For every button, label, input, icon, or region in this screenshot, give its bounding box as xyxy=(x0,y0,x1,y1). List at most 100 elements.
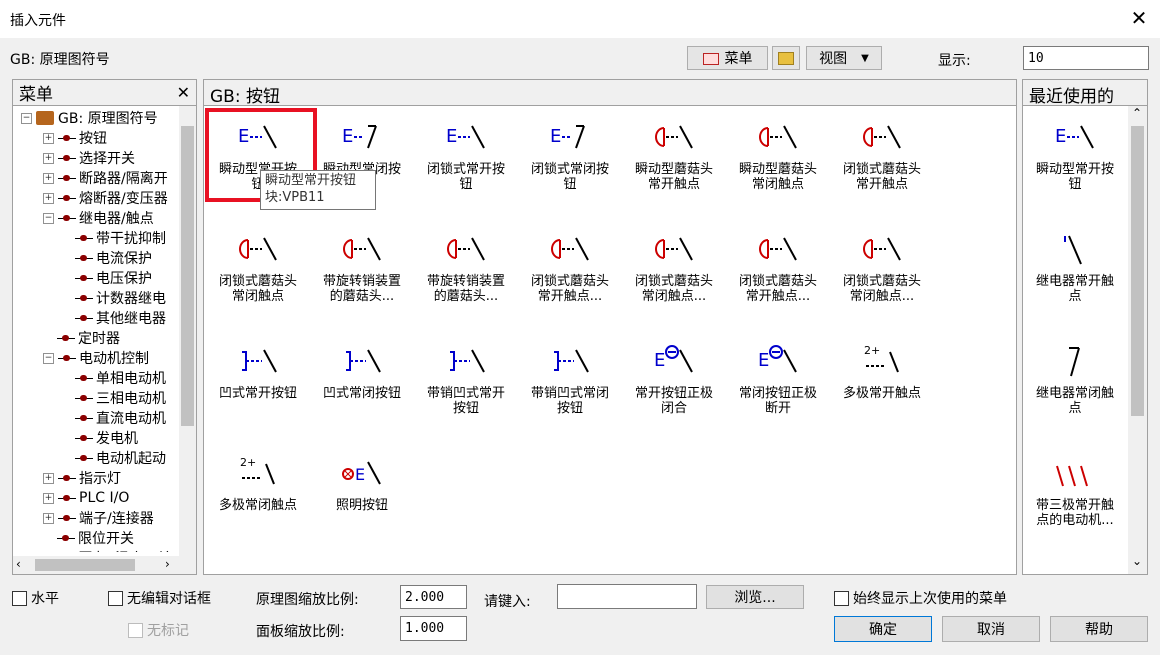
tree-item[interactable]: 压力/.温度开关 xyxy=(43,548,171,552)
symbol-tile[interactable]: 瞬动型蘑菇头 常闭触点 xyxy=(728,108,828,213)
symbol-tile[interactable]: 闭锁式蘑菇头 常开触点... xyxy=(728,220,828,325)
collapse-icon[interactable]: − xyxy=(43,352,54,364)
menu-button-label: 菜单 xyxy=(724,51,753,67)
symbol-tile[interactable]: 2+ 多极常闭触点 xyxy=(208,444,308,549)
tree-item[interactable]: 限位开关 xyxy=(43,528,134,548)
no-tag-checkbox[interactable]: 无标记 xyxy=(128,620,189,640)
browse-button[interactable]: 浏览... xyxy=(706,585,804,609)
tree-item-label: 指示灯 xyxy=(79,471,121,487)
tree-item[interactable]: 电流保护 xyxy=(65,248,152,268)
symbol-label: 瞬动型蘑菇头 常开触点 xyxy=(624,162,724,192)
symbol-tile[interactable]: 闭锁式蘑菇头 常开触点 xyxy=(832,108,932,213)
menu-button[interactable]: 菜单 xyxy=(687,46,768,70)
help-button[interactable]: 帮助 xyxy=(1050,616,1148,642)
tree-item[interactable]: + 熔断器/变压器 xyxy=(43,188,168,208)
tree-item[interactable]: + 指示灯 xyxy=(43,468,121,488)
symbol-tile[interactable]: 凹式常开按钮 xyxy=(208,332,308,437)
symbol-tile[interactable]: E 常开按钮正极 闭合 xyxy=(624,332,724,437)
symbol-tile[interactable]: 带旋转销装置 的蘑菇头... xyxy=(312,220,412,325)
tree-item[interactable]: + 断路器/隔离开 xyxy=(43,168,168,188)
view-dropdown[interactable]: 视图 ▼ xyxy=(806,46,882,70)
tree-item[interactable]: + PLC I/O xyxy=(43,488,129,508)
tree-item[interactable]: 定时器 xyxy=(43,328,120,348)
symbol-tile[interactable]: E 闭锁式常闭按钮 xyxy=(520,108,620,213)
tree-item[interactable]: 单相电动机 xyxy=(65,368,166,388)
symbol-tile[interactable]: 带旋转销装置 的蘑菇头... xyxy=(416,220,516,325)
collapse-icon[interactable]: − xyxy=(43,212,54,224)
plug-icon xyxy=(57,334,75,343)
cancel-button[interactable]: 取消 xyxy=(942,616,1040,642)
expand-icon[interactable]: + xyxy=(43,132,54,144)
close-icon[interactable]: ✕ xyxy=(177,83,190,102)
tree-item[interactable]: 电压保护 xyxy=(65,268,152,288)
expand-icon[interactable]: + xyxy=(43,472,54,484)
symbol-label: 闭锁式常闭按钮 xyxy=(520,162,620,192)
no-edit-dialog-checkbox[interactable]: 无编辑对话框 xyxy=(108,588,211,608)
symbol-tile[interactable]: E 常闭按钮正极 断开 xyxy=(728,332,828,437)
symbol-tile[interactable]: 闭锁式蘑菇头 常闭触点 xyxy=(208,220,308,325)
key-in-input[interactable] xyxy=(557,584,697,609)
expand-icon[interactable]: + xyxy=(43,152,54,164)
recent-item[interactable]: E 瞬动型常开按钮 xyxy=(1025,108,1125,213)
plug-icon xyxy=(75,234,93,243)
ok-button[interactable]: 确定 xyxy=(834,616,932,642)
tree-item[interactable]: 计数器继电 xyxy=(65,288,166,308)
recent-item[interactable]: 继电器常开触点 xyxy=(1025,220,1125,325)
tree-item[interactable]: 电动机起动 xyxy=(65,448,166,468)
menu-vscrollbar[interactable] xyxy=(179,106,196,557)
tree-item[interactable]: + 选择开关 xyxy=(43,148,135,168)
tree-item[interactable]: 三相电动机 xyxy=(65,388,166,408)
symbol-tile[interactable]: 闭锁式蘑菇头 常闭触点... xyxy=(624,220,724,325)
symbol-label-line2: 常闭触点... xyxy=(849,289,915,304)
recent-item[interactable]: 继电器常闭触点 xyxy=(1025,332,1125,437)
scroll-up-icon[interactable]: ⌃ xyxy=(1132,106,1142,120)
plug-icon xyxy=(58,474,76,483)
tree-root-label: GB: 原理图符号 xyxy=(58,111,158,127)
always-show-last-checkbox[interactable]: 始终显示上次使用的菜单 xyxy=(834,588,1007,608)
plug-icon xyxy=(58,514,76,523)
tree-item[interactable]: 其他继电器 xyxy=(65,308,166,328)
scroll-down-icon[interactable]: ⌄ xyxy=(1132,554,1142,568)
scroll-right-icon[interactable]: › xyxy=(165,557,170,571)
symbol-tile[interactable]: 瞬动型蘑菇头 常开触点 xyxy=(624,108,724,213)
recent-item[interactable]: 带三极常开触 点的电动机... xyxy=(1025,444,1125,549)
tree-item[interactable]: 发电机 xyxy=(65,428,138,448)
tree-root[interactable]: − GB: 原理图符号 xyxy=(21,108,158,128)
symbol-icon xyxy=(239,237,277,261)
tree-item[interactable]: − 电动机控制 xyxy=(43,348,149,368)
menu-hscrollbar[interactable]: ‹ › xyxy=(13,556,196,574)
symbol-tile[interactable]: 凹式常闭按钮 xyxy=(312,332,412,437)
panel-scale-input[interactable] xyxy=(400,616,467,641)
plug-icon xyxy=(58,214,76,223)
menu-vscroll-thumb[interactable] xyxy=(181,126,194,426)
expand-icon[interactable]: + xyxy=(43,172,54,184)
symbol-tile[interactable]: 闭锁式蘑菇头 常开触点... xyxy=(520,220,620,325)
show-count-input[interactable] xyxy=(1023,46,1149,70)
expand-icon[interactable]: + xyxy=(43,492,54,504)
symbol-tile[interactable]: 带销凹式常开 按钮 xyxy=(416,332,516,437)
tree-item-label: 直流电动机 xyxy=(96,411,166,427)
menu-hscroll-thumb[interactable] xyxy=(35,559,135,571)
scroll-left-icon[interactable]: ‹ xyxy=(16,557,21,571)
close-icon[interactable]: ✕ xyxy=(1128,6,1150,30)
recent-label-line1: 继电器常闭触 xyxy=(1035,386,1114,401)
symbol-tile[interactable]: 闭锁式蘑菇头 常闭触点... xyxy=(832,220,932,325)
tree-item[interactable]: 直流电动机 xyxy=(65,408,166,428)
expand-icon[interactable]: + xyxy=(43,512,54,524)
horizontal-checkbox[interactable]: 水平 xyxy=(12,588,59,608)
recent-vscrollbar[interactable]: ⌃ ⌄ xyxy=(1128,106,1147,574)
symbol-label: 带旋转销装置 的蘑菇头... xyxy=(416,274,516,304)
tree-item[interactable]: + 按钮 xyxy=(43,128,107,148)
symbol-tile[interactable]: 带销凹式常闭 按钮 xyxy=(520,332,620,437)
expand-icon[interactable]: + xyxy=(43,192,54,204)
symbol-tile[interactable]: E 照明按钮 xyxy=(312,444,412,549)
tree-item-label: 定时器 xyxy=(78,331,120,347)
tree-item[interactable]: + 端子/连接器 xyxy=(43,508,154,528)
tree-item[interactable]: 带干扰抑制 xyxy=(65,228,166,248)
folder-button[interactable] xyxy=(772,46,800,70)
recent-vscroll-thumb[interactable] xyxy=(1131,126,1144,416)
symbol-tile[interactable]: 2+ 多极常开触点 xyxy=(832,332,932,437)
tree-item[interactable]: − 继电器/触点 xyxy=(43,208,154,228)
schematic-scale-input[interactable] xyxy=(400,585,467,609)
symbol-tile[interactable]: E 闭锁式常开按钮 xyxy=(416,108,516,213)
